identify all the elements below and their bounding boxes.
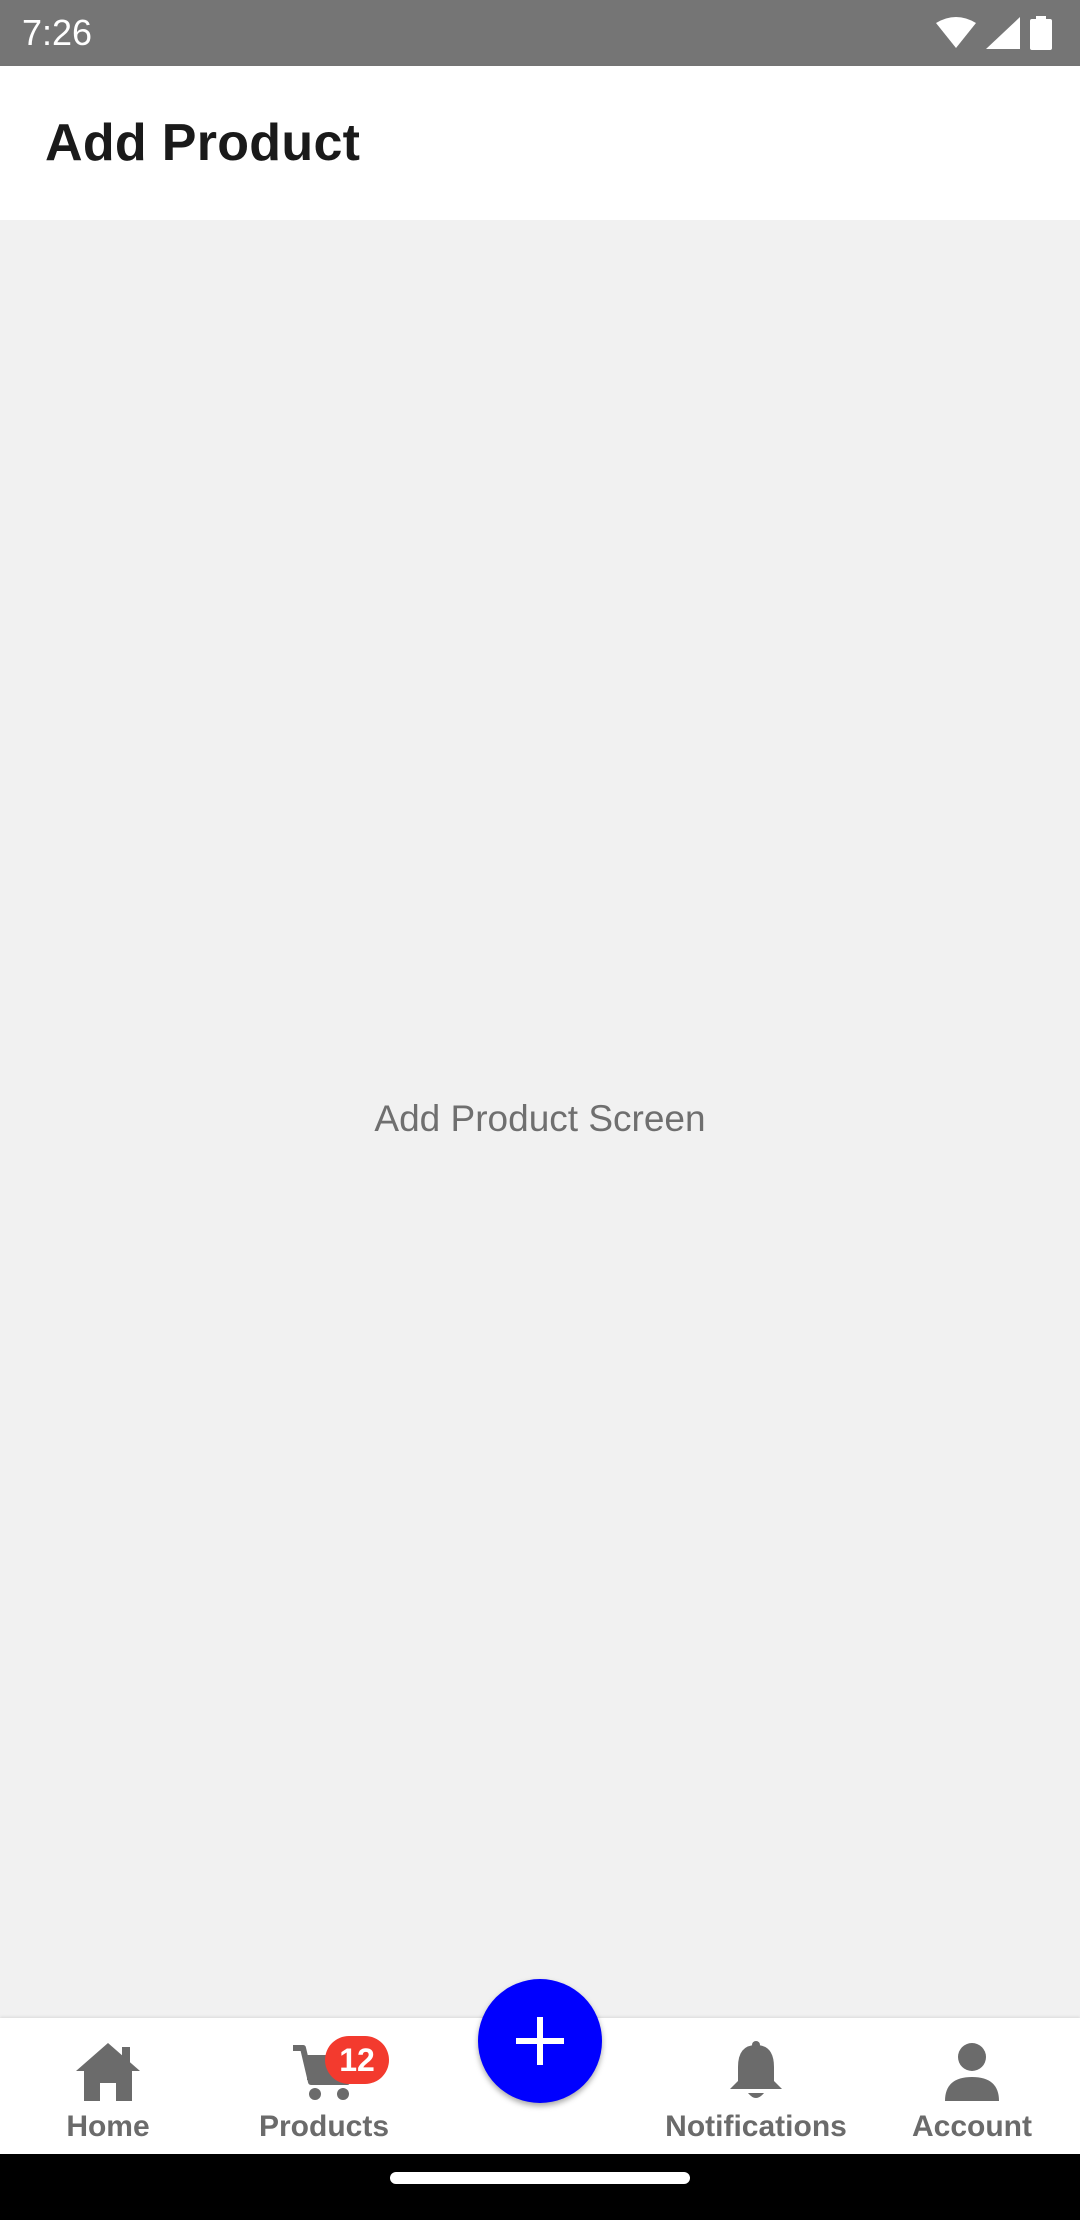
nav-label-account: Account — [912, 2110, 1032, 2143]
status-icons — [936, 16, 1052, 50]
nav-label-notifications: Notifications — [665, 2110, 847, 2143]
bell-icon — [728, 2038, 784, 2106]
status-bar: 7:26 — [0, 0, 1080, 66]
wifi-icon — [936, 17, 976, 48]
add-product-fab[interactable] — [478, 1979, 602, 2103]
app-bar: Add Product — [0, 66, 1080, 220]
nav-item-products[interactable]: 12 Products — [216, 2018, 432, 2154]
nav-item-notifications[interactable]: Notifications — [648, 2018, 864, 2154]
home-icon — [74, 2038, 142, 2106]
nav-label-products: Products — [258, 2110, 390, 2143]
plus-icon — [516, 2017, 564, 2065]
nav-label-home: Home — [66, 2110, 150, 2143]
screen-placeholder-text: Add Product Screen — [374, 1098, 706, 1139]
person-icon — [943, 2038, 1001, 2106]
gesture-handle[interactable] — [390, 2172, 690, 2184]
content-area: Add Product Screen — [0, 220, 1080, 2018]
cellular-signal-icon — [986, 17, 1020, 49]
battery-icon — [1030, 16, 1052, 50]
system-navigation-bar — [0, 2154, 1080, 2220]
status-time: 7:26 — [22, 12, 93, 53]
products-badge: 12 — [325, 2036, 389, 2084]
page-title: Add Product — [45, 114, 361, 172]
nav-item-home[interactable]: Home — [0, 2018, 216, 2154]
cart-icon: 12 — [291, 2036, 389, 2106]
nav-item-account[interactable]: Account — [864, 2018, 1080, 2154]
